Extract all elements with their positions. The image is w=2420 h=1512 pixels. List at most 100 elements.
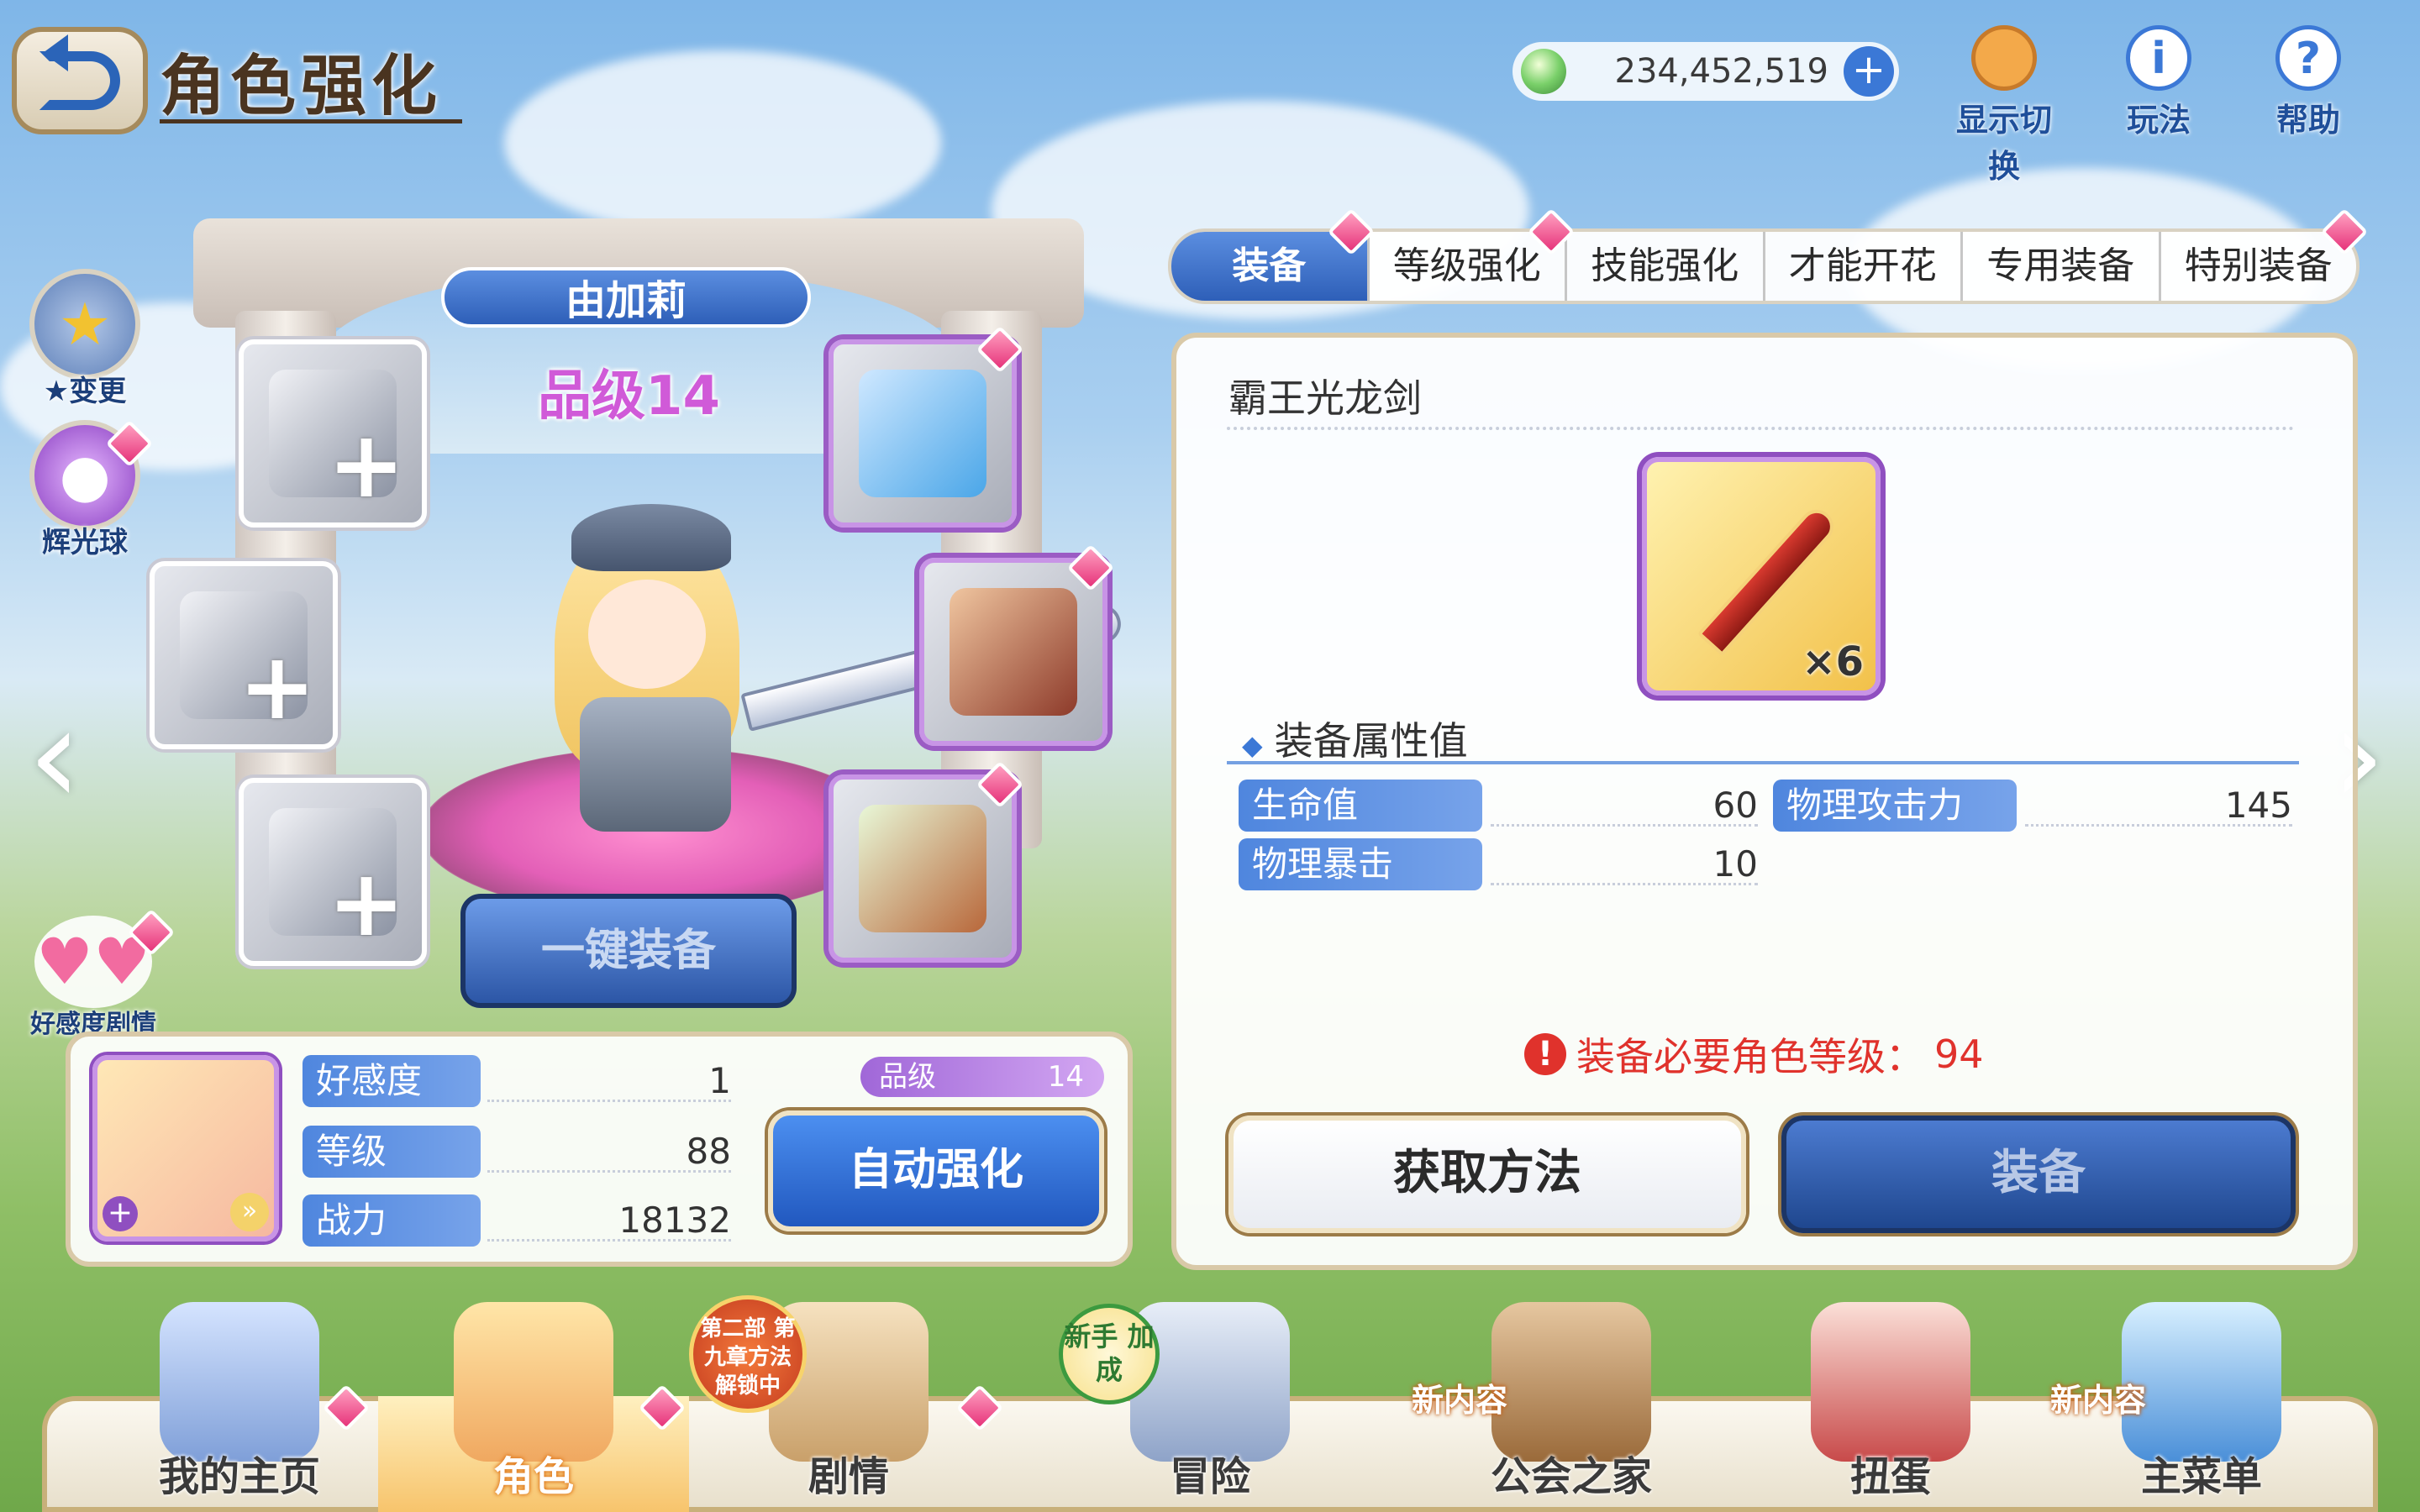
character-armor	[580, 697, 731, 832]
display-switch-label: 显示切换	[1955, 102, 2052, 185]
display-switch-button[interactable]: 显示切换	[1941, 25, 2067, 186]
nav-label: 公会之家	[1490, 1453, 1652, 1500]
equip-slot-1[interactable]: +	[239, 339, 427, 528]
equip-slot-4[interactable]	[919, 543, 1115, 746]
auto-enhance-button[interactable]: 自动强化	[768, 1110, 1104, 1231]
rank-pill: 品级 14	[860, 1057, 1104, 1097]
castle-icon	[160, 1302, 319, 1462]
obtain-method-button[interactable]: 获取方法	[1228, 1116, 1746, 1233]
blue-blade-icon	[859, 370, 986, 497]
nav-character[interactable]: 角色	[378, 1302, 689, 1512]
stat-value: 1	[708, 1060, 731, 1101]
glow-orb-button[interactable]: ● 辉光球	[22, 419, 154, 560]
stat-affection: 好感度 1	[302, 1055, 731, 1107]
star-icon: ★	[29, 269, 140, 380]
attr-label: 生命值	[1239, 780, 1482, 832]
new-content-badge: 新内容	[1412, 1382, 1508, 1419]
title-underline	[160, 119, 462, 123]
nav-adventure[interactable]: 冒险 新手 加成	[1008, 1302, 1412, 1512]
stat-value: 88	[686, 1131, 731, 1172]
attr-physical-attack: 物理攻击力 145	[1773, 780, 2292, 832]
requirement-label: 装备必要角色等级：	[1576, 1034, 1924, 1079]
attr-value: 145	[2224, 785, 2292, 826]
back-button[interactable]	[12, 27, 148, 134]
jewel-icon	[1521, 49, 1566, 94]
tab-talent-bloom[interactable]: 才能开花	[1765, 232, 1963, 301]
notification-badge	[955, 1383, 1004, 1432]
back-arrow-icon	[39, 34, 120, 110]
equip-slot-2[interactable]	[829, 325, 1024, 528]
gameplay-info-button[interactable]: i 玩法	[2096, 25, 2222, 140]
nav-guild-house[interactable]: 公会之家 新内容	[1412, 1302, 1731, 1512]
nav-label: 主菜单	[2140, 1453, 2262, 1500]
attr-label: 物理暴击	[1239, 838, 1482, 890]
attribute-title-text: 装备属性值	[1274, 718, 1468, 764]
red-sword-icon	[1697, 502, 1841, 657]
star-change-button[interactable]: ★ ★变更	[22, 269, 148, 409]
notification-badge	[638, 1383, 687, 1432]
nav-label: 角色	[492, 1453, 574, 1500]
equip-slot-3[interactable]: +	[150, 561, 338, 749]
bracer-icon	[859, 805, 986, 932]
prev-character-arrow[interactable]: ‹	[17, 689, 92, 823]
tab-unique-equipment[interactable]: 专用装备	[1963, 232, 2161, 301]
equipment-icon[interactable]: ×6	[1642, 457, 1881, 696]
stat-level: 等级 88	[302, 1126, 731, 1178]
gameplay-info-label: 玩法	[2126, 102, 2191, 139]
equipment-count: ×6	[1802, 638, 1864, 685]
dotted-divider	[1227, 427, 2294, 430]
attr-physical-crit: 物理暴击 10	[1239, 838, 1758, 890]
page-title: 角色强化	[160, 49, 443, 124]
nav-label: 冒险	[1169, 1453, 1250, 1500]
fast-forward-icon: »	[230, 1193, 269, 1231]
add-equipment-icon: +	[327, 411, 405, 518]
character-hat	[571, 504, 731, 571]
stat-label: 好感度	[302, 1055, 481, 1107]
character-face	[588, 580, 706, 689]
stat-power: 战力 18132	[302, 1194, 731, 1247]
nav-story[interactable]: 剧情 第二部 第九章方法 解锁中	[689, 1295, 1008, 1512]
currency-amount: 234,452,519	[1614, 52, 1828, 91]
equip-slot-6[interactable]	[829, 760, 1024, 963]
favor-story-button[interactable]: ♥♥ 好感度剧情	[22, 908, 176, 1040]
character-portrait[interactable]: + »	[92, 1055, 279, 1242]
rank-label: 品级	[879, 1060, 936, 1094]
character-sprite[interactable]	[521, 504, 790, 832]
add-equipment-icon: +	[327, 849, 405, 957]
attr-value: 10	[1712, 843, 1758, 885]
help-button[interactable]: ? 帮助	[2245, 25, 2371, 140]
help-icon: ?	[2275, 25, 2341, 91]
currency-display: 234,452,519 +	[1512, 42, 1899, 101]
character-name: 由加莉	[441, 267, 811, 328]
nav-home[interactable]: 我的主页	[101, 1302, 378, 1512]
novice-bonus-badge: 新手 加成	[1059, 1304, 1160, 1404]
diamond-bullet-icon: ◆	[1242, 729, 1263, 761]
help-label: 帮助	[2275, 102, 2340, 139]
tab-special-equipment[interactable]: 特别装备	[2161, 232, 2357, 301]
tab-skill-enhance[interactable]: 技能强化	[1567, 232, 1765, 301]
stat-label: 等级	[302, 1126, 481, 1178]
attribute-section-title: ◆ 装备属性值	[1242, 711, 1468, 766]
nav-label: 扭蛋	[1849, 1453, 1931, 1500]
add-currency-button[interactable]: +	[1844, 46, 1894, 97]
warning-icon: !	[1524, 1033, 1566, 1075]
equip-level-requirement: ! 装备必要角色等级： 94	[1524, 1026, 1984, 1082]
glow-orb-label: 辉光球	[42, 526, 128, 559]
info-icon: i	[2126, 25, 2191, 91]
nav-label: 剧情	[808, 1453, 889, 1500]
add-equipment-icon: +	[238, 633, 316, 740]
stat-label: 战力	[302, 1194, 481, 1247]
equip-button[interactable]: 装备	[1781, 1116, 2296, 1233]
one-key-equip-button[interactable]: 一键装备	[460, 894, 797, 1008]
stat-value: 18132	[618, 1200, 731, 1241]
star-change-label: ★变更	[43, 375, 127, 408]
attribute-divider	[1227, 761, 2299, 764]
plus-icon: +	[103, 1196, 138, 1231]
equipment-name: 霸王光龙剑	[1228, 375, 1422, 421]
display-switch-icon	[1971, 25, 2037, 91]
equip-slot-5[interactable]: +	[239, 778, 427, 966]
nav-gacha[interactable]: 扭蛋	[1731, 1302, 2050, 1512]
character-icon	[454, 1302, 613, 1462]
dotted-divider	[487, 1100, 731, 1102]
nav-main-menu[interactable]: 主菜单 新内容	[2050, 1302, 2353, 1512]
